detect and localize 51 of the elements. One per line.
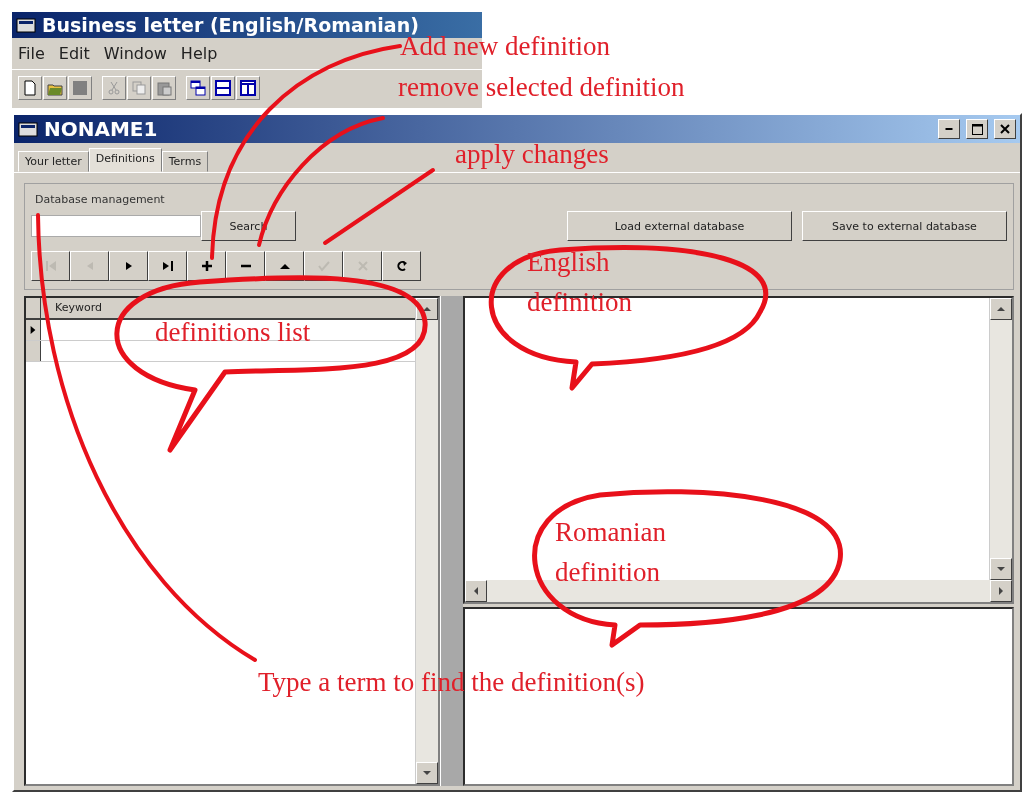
toolbar-button[interactable] [211,76,235,100]
load-button[interactable]: Load external database [567,211,792,241]
tab[interactable]: Terms [161,151,209,172]
navigator-button[interactable] [109,251,148,281]
save-button[interactable]: Save to external database [802,211,1007,241]
triangle-icon [29,325,37,335]
window-title: NONAME1 [44,117,159,141]
menu-item[interactable]: Edit [58,44,90,63]
maximize-button[interactable] [966,119,988,139]
annotation-text: apply changes [455,140,609,170]
navigator-button[interactable] [148,251,187,281]
window-title: Business letter (English/Romanian) [42,14,419,36]
column-header: Keyword [41,298,415,318]
annotation-text: definitions list [155,316,311,349]
toolbar-button[interactable] [186,76,210,100]
last-icon [160,259,175,273]
minimize-button[interactable] [938,119,960,139]
window-icon [16,17,36,33]
tab[interactable]: Definitions [88,148,162,172]
refresh-icon [394,259,409,273]
up-arrow-icon [422,304,432,314]
clipboard-icon [156,80,172,96]
tile-vertical-icon [240,80,256,96]
annotation-text: Romanian definition [555,516,667,589]
menu-item[interactable]: Window [103,44,167,63]
tab[interactable]: Your letter [18,151,89,172]
plus-icon [199,259,214,273]
annotation-text: remove selected definition [398,73,685,103]
cascade-icon [190,80,206,96]
copy-icon [131,80,147,96]
down-arrow-icon [422,768,432,778]
close-icon [1000,124,1010,134]
minimize-icon [945,128,953,130]
close-button[interactable] [994,119,1016,139]
window-icon [18,121,38,137]
navigator-button[interactable] [187,251,226,281]
new-file-icon [22,80,38,96]
first-icon [43,259,58,273]
tile-horizontal-icon [215,80,231,96]
menu-item[interactable]: File [18,44,45,63]
menu-item[interactable]: Help [180,44,218,63]
right-arrow-icon [996,586,1006,596]
toolbar-button[interactable] [18,76,42,100]
navigator-button[interactable] [382,251,421,281]
toolbar-button[interactable] [236,76,260,100]
maximize-icon [971,123,983,135]
group-title: Database management [33,193,167,206]
scissors-icon [106,80,122,96]
down-arrow-icon [996,564,1006,574]
search-field[interactable] [31,215,201,237]
up-arrow-icon [996,304,1006,314]
